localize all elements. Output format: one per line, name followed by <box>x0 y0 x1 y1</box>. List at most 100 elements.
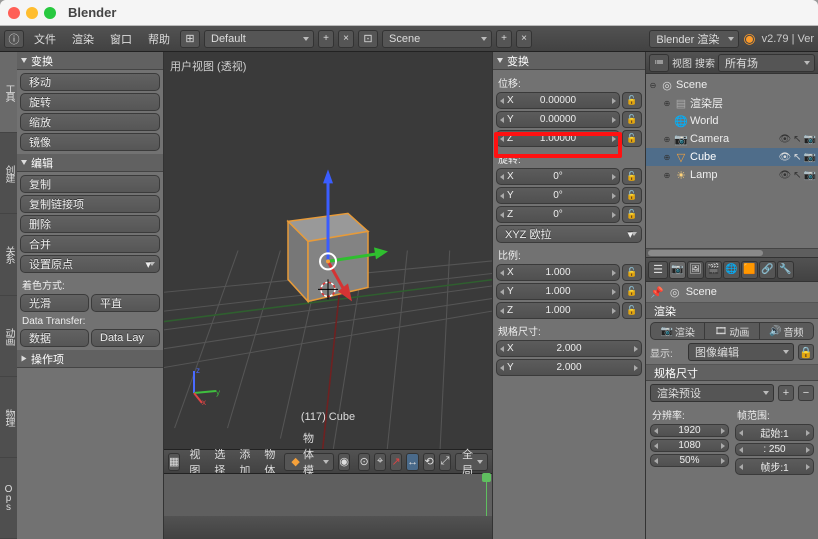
scale-y-field[interactable]: Y1.000 <box>496 283 620 300</box>
menu-help[interactable]: 帮助 <box>142 29 176 49</box>
dimensions-panel-header[interactable]: 规格尺寸 <box>646 364 818 381</box>
render-preset-select[interactable]: 渲染预设 <box>650 384 774 402</box>
rot-x-field[interactable]: X0° <box>496 168 620 185</box>
tab-modifiers-icon[interactable]: 🔧 <box>777 261 794 279</box>
minimize-window-button[interactable] <box>26 7 38 19</box>
menu-render[interactable]: 渲染 <box>66 29 100 49</box>
rot-z-lock[interactable]: 🔓 <box>622 206 642 223</box>
scale-x-field[interactable]: X1.000 <box>496 264 620 281</box>
shade-flat-button[interactable]: 平直 <box>91 294 160 312</box>
toolshelf-tab-ops[interactable]: Ops <box>0 458 17 539</box>
outliner-search-menu[interactable]: 搜索 <box>695 55 715 70</box>
frame-start-field[interactable]: 起始:1 <box>735 424 814 441</box>
duplicate-button[interactable]: 复制 <box>20 175 160 193</box>
loc-x-lock[interactable]: 🔓 <box>622 92 642 109</box>
manipulator-icon[interactable]: ↗ <box>390 453 402 471</box>
frame-end-field[interactable]: : 250 <box>735 443 814 456</box>
zoom-window-button[interactable] <box>44 7 56 19</box>
mirror-button[interactable]: 镜像 <box>20 133 160 151</box>
toolshelf-tab-create[interactable]: 创建 <box>0 133 17 214</box>
manipulator-move-icon[interactable]: ↔ <box>406 453 419 471</box>
lock-interface-icon[interactable]: 🔒 <box>798 344 814 360</box>
close-window-button[interactable] <box>8 7 20 19</box>
outliner-editor-icon[interactable]: ≔ <box>649 54 669 72</box>
rotate-button[interactable]: 旋转 <box>20 93 160 111</box>
manipulator-scale-icon[interactable]: ⤢ <box>439 453 451 471</box>
render-engine-select[interactable]: Blender 渲染 <box>649 30 739 48</box>
timeline-ruler[interactable] <box>164 474 492 516</box>
rotation-mode-select[interactable]: XYZ 欧拉▾ <box>496 225 642 243</box>
pin-icon[interactable]: 📌 <box>650 286 664 299</box>
join-button[interactable]: 合并 <box>20 235 160 253</box>
toolshelf-tab-physics[interactable]: 物理 <box>0 377 17 458</box>
mode-select[interactable]: ◆ 物体模式 <box>284 453 334 471</box>
scene-browse-button[interactable]: ⊡ <box>358 30 378 48</box>
screen-add-button[interactable]: + <box>318 30 334 48</box>
outliner-scrollbar[interactable] <box>646 248 818 257</box>
screen-layout-select[interactable]: Default <box>204 30 314 48</box>
res-pct-field[interactable]: 50% <box>650 454 729 467</box>
preset-remove-button[interactable]: − <box>798 385 814 401</box>
tab-constraints-icon[interactable]: 🔗 <box>759 261 776 279</box>
tab-renderlayer-icon[interactable]: 🖼 <box>687 261 704 279</box>
outliner-tree[interactable]: ⊖◎Scene ⊕▤渲染层 🌐World ⊕📷Camera 👁↖📷 ⊕▽Cube <box>646 74 818 248</box>
rot-x-lock[interactable]: 🔓 <box>622 168 642 185</box>
loc-y-field[interactable]: Y0.00000 <box>496 111 620 128</box>
tab-object-icon[interactable]: 🟧 <box>741 261 758 279</box>
frame-step-field[interactable]: 帧步:1 <box>735 458 814 475</box>
scale-z-field[interactable]: Z1.000 <box>496 302 620 319</box>
scale-z-lock[interactable]: 🔓 <box>622 302 642 319</box>
data-transfer-layout-button[interactable]: Data Lay <box>91 329 160 347</box>
scene-add-button[interactable]: + <box>496 30 512 48</box>
playhead[interactable] <box>486 474 487 516</box>
panel-edit-header[interactable]: 编辑 <box>17 154 163 172</box>
viewport-editor-icon[interactable]: ▦ <box>168 453 180 471</box>
move-button[interactable]: 移动 <box>20 73 160 91</box>
render-audio-button[interactable]: 🔊音频 <box>760 322 814 340</box>
loc-z-field[interactable]: Z1.00000 <box>496 130 620 147</box>
render-button[interactable]: 📷渲染 <box>650 322 705 340</box>
screen-browse-button[interactable]: ⊞ <box>180 30 200 48</box>
cursor-icon[interactable]: ⌖ <box>374 453 386 471</box>
set-origin-button[interactable]: 设置原点▾ <box>20 255 160 273</box>
scale-x-lock[interactable]: 🔓 <box>622 264 642 281</box>
loc-x-field[interactable]: X0.00000 <box>496 92 620 109</box>
3d-viewport[interactable]: 用户视图 (透视) <box>164 52 492 449</box>
tab-world-icon[interactable]: 🌐 <box>723 261 740 279</box>
orientation-select[interactable]: 全局 <box>455 453 488 471</box>
toolshelf-tab-anim[interactable]: 动画 <box>0 296 17 377</box>
outliner-view-menu[interactable]: 视图 <box>672 55 692 70</box>
menu-file[interactable]: 文件 <box>28 29 62 49</box>
shade-smooth-button[interactable]: 光滑 <box>20 294 89 312</box>
render-panel-header[interactable]: 渲染 <box>646 302 818 319</box>
scene-remove-button[interactable]: × <box>516 30 532 48</box>
screen-remove-button[interactable]: × <box>338 30 354 48</box>
dim-x-field[interactable]: X2.000 <box>496 340 642 357</box>
ops-panel-header[interactable]: 操作项 <box>17 350 163 368</box>
toolshelf-tab-tools[interactable]: 工具 <box>0 52 17 133</box>
preset-add-button[interactable]: + <box>778 385 794 401</box>
pivot-icon[interactable]: ⊙ <box>358 453 370 471</box>
menu-window[interactable]: 窗口 <box>104 29 138 49</box>
duplicate-linked-button[interactable]: 复制链接项 <box>20 195 160 213</box>
scale-button[interactable]: 缩放 <box>20 113 160 131</box>
rot-y-lock[interactable]: 🔓 <box>622 187 642 204</box>
outliner-filter-select[interactable]: 所有场 <box>718 54 815 72</box>
loc-y-lock[interactable]: 🔓 <box>622 111 642 128</box>
data-transfer-data-button[interactable]: 数据 <box>20 329 89 347</box>
loc-z-lock[interactable]: 🔓 <box>622 130 642 147</box>
rot-z-field[interactable]: Z0° <box>496 206 620 223</box>
scale-y-lock[interactable]: 🔓 <box>622 283 642 300</box>
res-x-field[interactable]: 1920 <box>650 424 729 437</box>
rot-y-field[interactable]: Y0° <box>496 187 620 204</box>
tab-scene-icon[interactable]: 🎬 <box>705 261 722 279</box>
delete-button[interactable]: 删除 <box>20 215 160 233</box>
panel-transform-header[interactable]: 变换 <box>17 52 163 70</box>
dim-y-field[interactable]: Y2.000 <box>496 359 642 376</box>
manipulator-rotate-icon[interactable]: ⟲ <box>423 453 435 471</box>
editor-type-icon[interactable]: ⓘ <box>4 30 24 48</box>
scene-select[interactable]: Scene <box>382 30 492 48</box>
res-y-field[interactable]: 1080 <box>650 439 729 452</box>
tab-render-icon[interactable]: 📷 <box>669 261 686 279</box>
selected-cube[interactable] <box>268 161 388 321</box>
